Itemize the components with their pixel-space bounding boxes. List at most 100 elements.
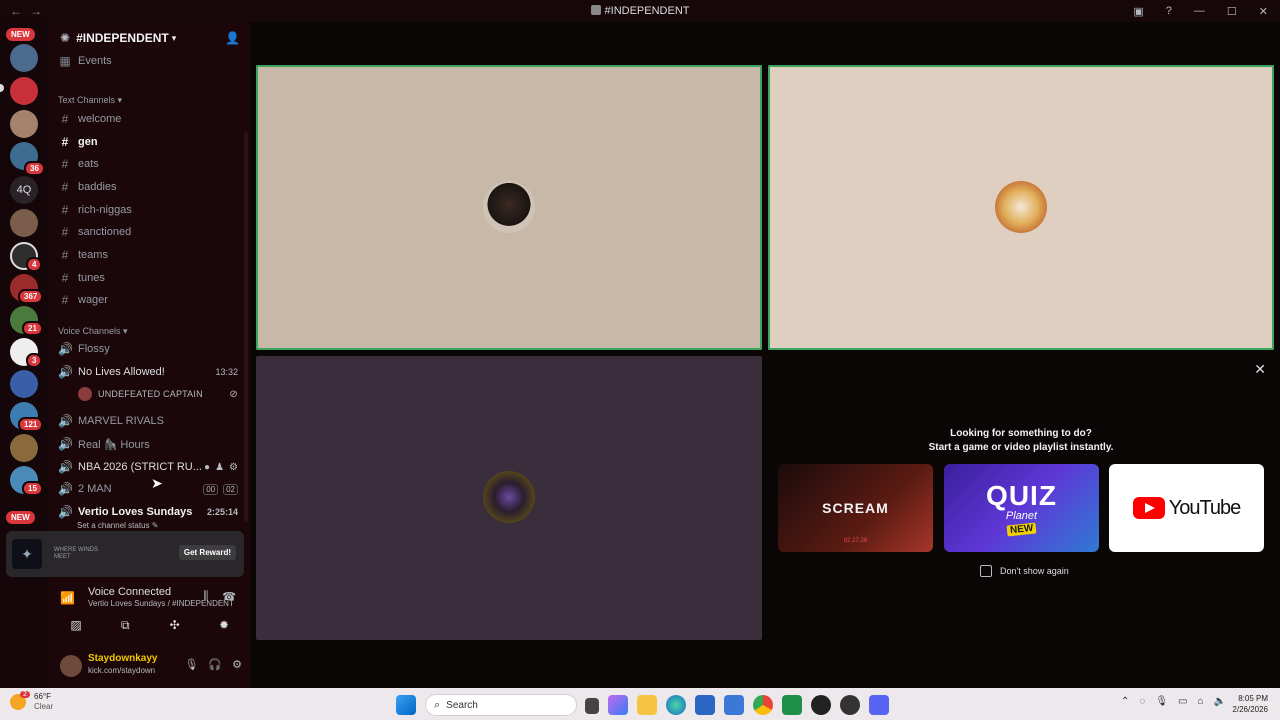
volume-icon[interactable]: 🔈 <box>1214 696 1226 707</box>
discord-icon[interactable] <box>869 695 889 715</box>
activity-card-youtube[interactable]: YouTube <box>1109 464 1264 552</box>
disconnect-icon[interactable]: ☎ <box>222 590 236 603</box>
voice-channel-flossy[interactable]: 🔊 Flossy <box>58 338 244 360</box>
muted-icon: ⊘ <box>229 388 238 400</box>
inbox-icon[interactable]: ▣ <box>1133 5 1143 18</box>
server-icon[interactable] <box>10 110 38 138</box>
promo-banner[interactable]: ✦ WHERE WINDS MEET Get Reward! <box>6 531 244 577</box>
microphone-icon[interactable]: 🎙 <box>1155 696 1168 707</box>
mouse-cursor-icon: ➤ <box>151 475 163 491</box>
voice-panel: 📶 Voice Connected Vertio Loves Sundays /… <box>48 580 250 688</box>
participant-tile[interactable] <box>768 65 1274 350</box>
avatar[interactable] <box>60 655 82 677</box>
app-icon[interactable] <box>811 695 831 715</box>
hash-icon: # <box>61 135 69 149</box>
scrollbar[interactable] <box>244 132 248 522</box>
voice-member[interactable]: UNDEFEATED CAPTAIN ⊘ <box>78 384 244 404</box>
mention-badge: 4 <box>26 257 43 272</box>
gear-icon[interactable]: ⚙ <box>232 658 242 671</box>
noise-suppression-icon[interactable]: ⫼ <box>203 590 208 603</box>
participant-tile[interactable] <box>256 65 762 350</box>
dont-show-again[interactable]: Don't show again <box>980 565 1069 577</box>
voice-channel-real-hours[interactable]: 🔊 Real 🦍 Hours <box>58 433 244 455</box>
tray-app-icon[interactable]: ◌ <box>1139 696 1145 707</box>
copilot-icon[interactable] <box>608 695 628 715</box>
close-icon[interactable]: ✕ <box>1254 361 1266 378</box>
soundboard-button[interactable]: ✹ <box>204 614 244 636</box>
channel-eats[interactable]: # eats <box>58 153 244 175</box>
store-icon[interactable] <box>695 695 715 715</box>
headphones-icon[interactable]: 🎧 <box>208 658 222 671</box>
close-window-button[interactable]: ✕ <box>1259 5 1268 18</box>
help-icon[interactable]: ? <box>1166 5 1172 17</box>
server-icon[interactable] <box>10 44 38 72</box>
channel-status[interactable]: Set a channel status ✎ <box>77 521 158 530</box>
server-icon[interactable] <box>10 370 38 398</box>
server-icon[interactable] <box>10 77 38 105</box>
hash-icon: # <box>61 293 69 307</box>
microphone-icon[interactable]: 🎙 <box>184 658 198 671</box>
taskbar-apps: ⌕ Search <box>396 694 898 716</box>
maximize-button[interactable]: ☐ <box>1227 5 1237 18</box>
search-input[interactable]: ⌕ Search <box>425 694 577 716</box>
weather-widget[interactable]: 2 66°F Clear <box>10 691 53 712</box>
gear-icon[interactable]: ⚙ <box>229 462 238 473</box>
title-bar: ← → #INDEPENDENT ▣ ? — ☐ ✕ <box>0 0 1280 22</box>
channel-sanctioned[interactable]: # sanctioned <box>58 221 244 243</box>
channel-tunes[interactable]: # tunes <box>58 267 244 289</box>
back-arrow-icon[interactable]: ← <box>10 4 22 18</box>
app-icon[interactable] <box>782 695 802 715</box>
channel-rich[interactable]: # rich-niggas <box>58 199 244 221</box>
activity-button[interactable]: ✣ <box>155 614 195 636</box>
channel-timer: 2:25:14 <box>206 507 238 517</box>
weather-icon: 2 <box>10 691 30 710</box>
chevron-up-icon[interactable]: ⌃ <box>1121 696 1129 707</box>
server-icon[interactable] <box>10 434 38 462</box>
category-text-channels[interactable]: Text Channels ▾ <box>58 95 122 106</box>
task-view-icon[interactable] <box>585 698 599 714</box>
screen-share-button[interactable]: ⧉ <box>105 614 145 636</box>
channel-teams[interactable]: # teams <box>58 244 244 266</box>
minimize-button[interactable]: — <box>1194 5 1205 17</box>
server-icon[interactable] <box>10 209 38 237</box>
channel-gen[interactable]: # gen <box>58 131 244 153</box>
speaker-icon: 🔊 <box>58 342 73 356</box>
activity-card-quiz-planet[interactable]: QUIZ Planet NEW <box>944 464 1099 552</box>
activity-card-scream[interactable]: SCREAM 02.27.26 <box>778 464 933 552</box>
user-panel[interactable]: Staydownkayy kick.com/staydown 🎙 🎧 ⚙ <box>54 650 244 682</box>
network-icon[interactable]: ⌂ <box>1198 696 1204 707</box>
participant-tile[interactable] <box>256 356 762 640</box>
channel-user-limit: 00 02 <box>203 483 238 495</box>
edge-icon[interactable] <box>666 695 686 715</box>
get-reward-button[interactable]: Get Reward! <box>178 545 236 560</box>
voice-controls: ⫼ ☎ <box>203 590 236 603</box>
start-icon[interactable] <box>396 695 416 715</box>
server-icon[interactable]: 4Q <box>10 176 38 204</box>
voice-channel-no-lives[interactable]: 🔊 No Lives Allowed! 13:32 <box>58 361 244 383</box>
invite-icon[interactable]: ♟ <box>215 462 224 473</box>
voice-channel-vertio[interactable]: 🔊 Vertio Loves Sundays 2:25:14 <box>58 501 244 523</box>
checkbox[interactable] <box>980 565 992 577</box>
voice-action-buttons: ▨ ⧉ ✣ ✹ <box>56 614 244 636</box>
display-icon[interactable]: ▭ <box>1178 696 1187 707</box>
category-voice-channels[interactable]: Voice Channels ▾ <box>58 326 128 337</box>
events-item[interactable]: ▦ Events <box>58 50 244 72</box>
clock[interactable]: 8:05 PM 2/26/2026 <box>1232 693 1268 715</box>
forward-arrow-icon[interactable]: → <box>30 4 42 18</box>
signal-icon[interactable]: 📶 <box>60 591 75 605</box>
voice-channel-marvel[interactable]: 🔊 MARVEL RIVALS <box>58 410 244 432</box>
speaker-icon: 🔊 <box>58 460 73 474</box>
channel-wager[interactable]: # wager <box>58 289 244 311</box>
outlook-icon[interactable] <box>724 695 744 715</box>
chat-icon[interactable]: ● <box>204 462 210 473</box>
activity-suggestion-panel: ✕ Looking for something to do? Start a g… <box>768 356 1274 640</box>
app-icon[interactable] <box>840 695 860 715</box>
chrome-icon[interactable] <box>753 695 773 715</box>
participant-avatar <box>483 181 535 233</box>
channel-welcome[interactable]: # welcome <box>58 108 244 130</box>
file-explorer-icon[interactable] <box>637 695 657 715</box>
channel-baddies[interactable]: # baddies <box>58 176 244 198</box>
activity-heading: Looking for something to do? <box>950 428 1092 439</box>
camera-off-button[interactable]: ▨ <box>56 614 96 636</box>
invite-icon[interactable]: 👤 <box>225 31 240 45</box>
